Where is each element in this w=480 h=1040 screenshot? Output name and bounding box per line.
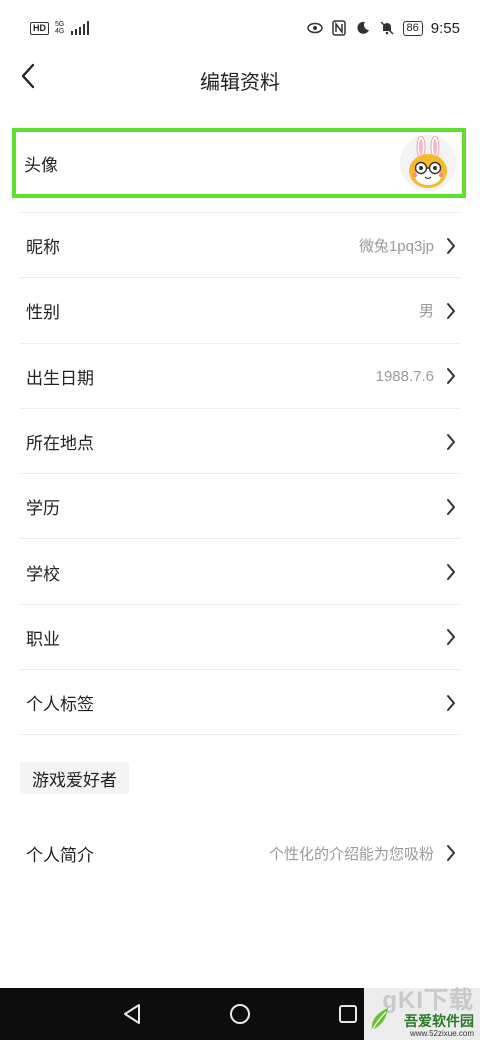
intro-placeholder: 个性化的介绍能为您吸粉 [268, 845, 434, 863]
row-value: 男 [418, 303, 434, 321]
avatar-label: 头像 [24, 155, 58, 175]
avatar-row[interactable]: 头像 [12, 128, 466, 198]
row-label: 个人标签 [26, 695, 94, 715]
status-left: HD 5G 4G [30, 21, 90, 35]
chevron-right-icon [444, 628, 458, 646]
battery-indicator: 86 [402, 20, 423, 36]
chevron-right-icon [444, 237, 458, 255]
row-occupation[interactable]: 职业 [0, 605, 480, 671]
network-type-top: 5G [55, 21, 65, 28]
row-intro[interactable]: 个人简介 个性化的介绍能为您吸粉 [0, 820, 480, 886]
chevron-right-icon [444, 433, 458, 451]
row-label: 职业 [26, 629, 60, 649]
network-type: 5G 4G [55, 21, 64, 35]
profile-field-list: 昵称 微兔1pq3jp 性别 男 出生日期 1988.7.6 所在地点 学历 学… [0, 213, 480, 736]
tag-chip: 游戏爱好者 [20, 762, 129, 794]
triangle-back-icon [124, 1004, 140, 1024]
watermark-name: 吾爱软件园 [404, 1012, 474, 1029]
watermark-big-text: gKI下载 [382, 986, 474, 1014]
chevron-right-icon [444, 302, 458, 320]
moon-icon [355, 20, 371, 36]
row-education[interactable]: 学历 [0, 474, 480, 540]
row-label: 学校 [26, 564, 60, 584]
row-label: 个人简介 [26, 845, 94, 865]
eye-icon [306, 20, 323, 36]
signal-icon [71, 21, 90, 35]
network-type-bottom: 4G [55, 28, 65, 35]
nfc-icon [331, 20, 347, 36]
watermark: gKI下载 吾爱软件园 www.52zixue.com [364, 986, 480, 1040]
row-value: 微兔1pq3jp [358, 238, 434, 256]
watermark-url: www.52zixue.com [409, 1028, 474, 1038]
rabbit-avatar-icon [400, 135, 456, 191]
row-label: 所在地点 [26, 434, 94, 454]
row-nickname[interactable]: 昵称 微兔1pq3jp [0, 213, 480, 279]
system-back-button[interactable] [118, 1000, 146, 1028]
system-recents-button[interactable] [334, 1000, 362, 1028]
row-label: 出生日期 [26, 368, 94, 388]
circle-home-icon [230, 1004, 250, 1024]
chevron-right-icon [444, 498, 458, 516]
row-label: 学历 [26, 499, 60, 519]
row-gender[interactable]: 性别 男 [0, 278, 480, 344]
bell-muted-icon [379, 20, 395, 36]
page-title: 编辑资料 [200, 72, 280, 94]
chevron-right-icon [444, 563, 458, 581]
avatar[interactable] [400, 135, 456, 191]
row-value: 1988.7.6 [375, 367, 434, 385]
row-label: 性别 [26, 303, 60, 323]
row-school[interactable]: 学校 [0, 539, 480, 606]
chevron-right-icon [444, 367, 458, 385]
nav-bar: 编辑资料 [0, 56, 480, 102]
status-right: 86 9:55 [306, 19, 460, 37]
row-personal-tags[interactable]: 个人标签 [0, 670, 480, 736]
system-home-button[interactable] [226, 1000, 254, 1028]
clock: 9:55 [430, 19, 460, 37]
row-location[interactable]: 所在地点 [0, 409, 480, 475]
chevron-right-icon [444, 694, 458, 712]
status-bar: HD 5G 4G 86 9:55 [0, 0, 480, 56]
row-label: 昵称 [26, 238, 60, 258]
square-recents-icon [339, 1005, 357, 1023]
row-birthday[interactable]: 出生日期 1988.7.6 [0, 344, 480, 410]
leaf-logo-icon [371, 1008, 388, 1031]
chevron-right-icon [444, 844, 458, 862]
hd-badge: HD [30, 21, 49, 35]
